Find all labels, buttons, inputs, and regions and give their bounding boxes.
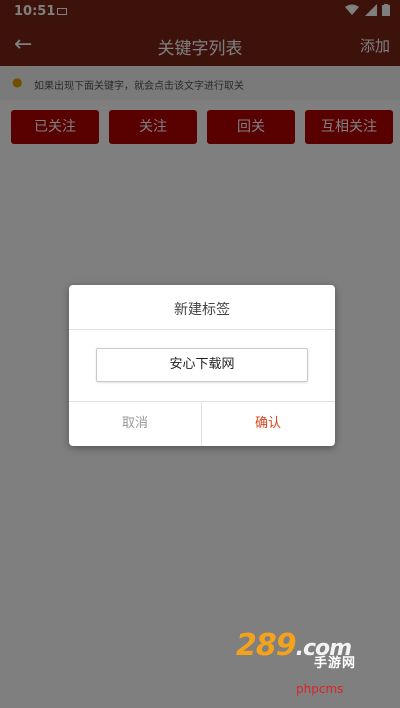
tag-name-input[interactable]: 安心下载网 <box>96 348 308 382</box>
dialog-title: 新建标签 <box>174 302 230 318</box>
dialog-divider <box>69 329 335 330</box>
watermark-sub: 手游网 <box>314 656 357 671</box>
new-tag-dialog: 新建标签 安心下载网 取消 确认 <box>69 285 335 446</box>
confirm-button[interactable]: 确认 <box>202 401 334 446</box>
watermark-cms: phpcms <box>296 682 344 696</box>
watermark-logo: 289.com 手游网 phpcms <box>236 628 376 696</box>
cancel-button[interactable]: 取消 <box>69 401 201 446</box>
